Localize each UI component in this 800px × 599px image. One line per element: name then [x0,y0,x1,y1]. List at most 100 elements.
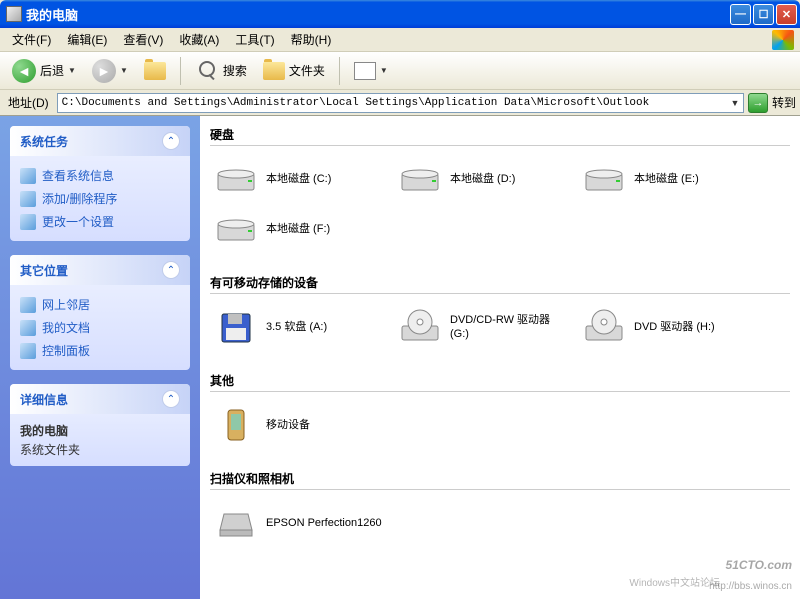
menu-file[interactable]: 文件(F) [4,29,59,50]
hdd-icon [398,160,442,198]
drive-item[interactable]: 本地磁盘 (C:) [210,156,390,202]
views-button[interactable]: ▼ [348,58,394,84]
drive-item[interactable]: DVD 驱动器 (H:) [578,304,758,350]
scanner-icon [214,504,258,542]
collapse-icon: ⌃ [162,132,180,150]
collapse-icon: ⌃ [162,390,180,408]
drive-item[interactable]: 本地磁盘 (F:) [210,206,390,252]
separator [180,57,181,85]
collapse-icon: ⌃ [162,261,180,279]
main-panel: 硬盘本地磁盘 (C:) 本地磁盘 (D:) 本地磁盘 (E:) 本地磁盘 (F:) 有可… [200,116,800,599]
address-label: 地址(D) [4,94,53,111]
window-controls: — ☐ ✕ [730,4,797,25]
go-label: 转到 [772,94,796,111]
sidebar-item-addremove[interactable]: 添加/删除程序 [20,187,180,210]
group-header: 其他 [210,366,790,392]
drive-item[interactable]: 3.5 软盘 (A:) [210,304,390,350]
info-icon [20,168,36,184]
menu-tools[interactable]: 工具(T) [227,29,282,50]
system-tasks-panel: 系统任务 ⌃ 查看系统信息 添加/删除程序 更改一个设置 [10,126,190,241]
optical-icon [398,308,442,346]
hdd-icon [214,210,258,248]
drive-label: 本地磁盘 (E:) [634,172,699,186]
programs-icon [20,191,36,207]
addressbar: 地址(D) ▼ → 转到 [0,90,800,116]
watermark: 51CTO.com http://bbs.winos.cn [709,553,792,593]
forward-button[interactable]: ► ▼ [86,55,134,87]
menu-favorites[interactable]: 收藏(A) [171,29,227,50]
window-title: 我的电脑 [26,5,730,24]
sidebar: 系统任务 ⌃ 查看系统信息 添加/删除程序 更改一个设置 其它位置 ⌃ 网上邻居… [0,116,200,599]
drive-label: DVD/CD-RW 驱动器 (G:) [450,313,570,342]
folder-icon [263,62,285,80]
sidebar-item-documents[interactable]: 我的文档 [20,316,180,339]
drive-label: 移动设备 [266,418,310,432]
content-area: 系统任务 ⌃ 查看系统信息 添加/删除程序 更改一个设置 其它位置 ⌃ 网上邻居… [0,116,800,599]
optical-icon [582,308,626,346]
drive-label: 本地磁盘 (D:) [450,172,515,186]
sidebar-item-sysinfo[interactable]: 查看系统信息 [20,164,180,187]
menu-view[interactable]: 查看(V) [115,29,171,50]
forward-arrow-icon: ► [92,59,116,83]
items-grid: 3.5 软盘 (A:) DVD/CD-RW 驱动器 (G:) DVD 驱动器 (H:… [210,304,790,350]
maximize-button[interactable]: ☐ [753,4,774,25]
app-icon [6,6,22,22]
menu-help[interactable]: 帮助(H) [283,29,340,50]
search-button[interactable]: 搜索 [189,55,253,87]
other-places-panel: 其它位置 ⌃ 网上邻居 我的文档 控制面板 [10,255,190,370]
hdd-icon [582,160,626,198]
chevron-down-icon: ▼ [120,66,128,75]
views-icon [354,62,376,80]
controlpanel-icon [20,343,36,359]
minimize-button[interactable]: — [730,4,751,25]
sidebar-item-controlpanel[interactable]: 控制面板 [20,339,180,362]
chevron-down-icon: ▼ [380,66,388,75]
network-icon [20,297,36,313]
group-header: 硬盘 [210,120,790,146]
documents-icon [20,320,36,336]
drive-label: 3.5 软盘 (A:) [266,320,327,334]
details-header[interactable]: 详细信息 ⌃ [10,384,190,414]
items-grid: 移动设备 [210,402,790,448]
separator [339,57,340,85]
back-button[interactable]: ◄ 后退 ▼ [6,55,82,87]
details-panel: 详细信息 ⌃ 我的电脑 系统文件夹 [10,384,190,466]
up-button[interactable] [138,58,172,84]
items-grid: 本地磁盘 (C:) 本地磁盘 (D:) 本地磁盘 (E:) 本地磁盘 (F:) [210,156,790,252]
other-places-header[interactable]: 其它位置 ⌃ [10,255,190,285]
address-dropdown[interactable]: ▼ [727,98,743,108]
drive-label: EPSON Perfection1260 [266,516,382,530]
details-item-title: 我的电脑 [20,422,180,439]
group-header: 有可移动存储的设备 [210,268,790,294]
folders-button[interactable]: 文件夹 [257,58,331,84]
sidebar-item-changesetting[interactable]: 更改一个设置 [20,210,180,233]
windows-logo-icon [772,30,794,50]
go-button[interactable]: → [748,93,768,113]
drive-label: 本地磁盘 (F:) [266,222,330,236]
drive-label: DVD 驱动器 (H:) [634,320,715,334]
details-title: 详细信息 [20,391,68,408]
other-places-title: 其它位置 [20,262,68,279]
watermark-text: Windows中文站论坛 [629,574,720,589]
drive-item[interactable]: 本地磁盘 (D:) [394,156,574,202]
search-label: 搜索 [223,62,247,79]
folders-label: 文件夹 [289,62,325,79]
drive-item[interactable]: 移动设备 [210,402,390,448]
details-item-subtitle: 系统文件夹 [20,441,180,458]
close-button[interactable]: ✕ [776,4,797,25]
sidebar-item-network[interactable]: 网上邻居 [20,293,180,316]
chevron-down-icon: ▼ [68,66,76,75]
system-tasks-title: 系统任务 [20,133,68,150]
group-header: 扫描仪和照相机 [210,464,790,490]
menu-edit[interactable]: 编辑(E) [59,29,115,50]
back-arrow-icon: ◄ [12,59,36,83]
hdd-icon [214,160,258,198]
address-input[interactable] [58,97,727,109]
drive-item[interactable]: DVD/CD-RW 驱动器 (G:) [394,304,574,350]
drive-label: 本地磁盘 (C:) [266,172,331,186]
system-tasks-header[interactable]: 系统任务 ⌃ [10,126,190,156]
drive-item[interactable]: 本地磁盘 (E:) [578,156,758,202]
toolbar: ◄ 后退 ▼ ► ▼ 搜索 文件夹 ▼ [0,52,800,90]
menubar: 文件(F) 编辑(E) 查看(V) 收藏(A) 工具(T) 帮助(H) [0,28,800,52]
drive-item[interactable]: EPSON Perfection1260 [210,500,390,546]
